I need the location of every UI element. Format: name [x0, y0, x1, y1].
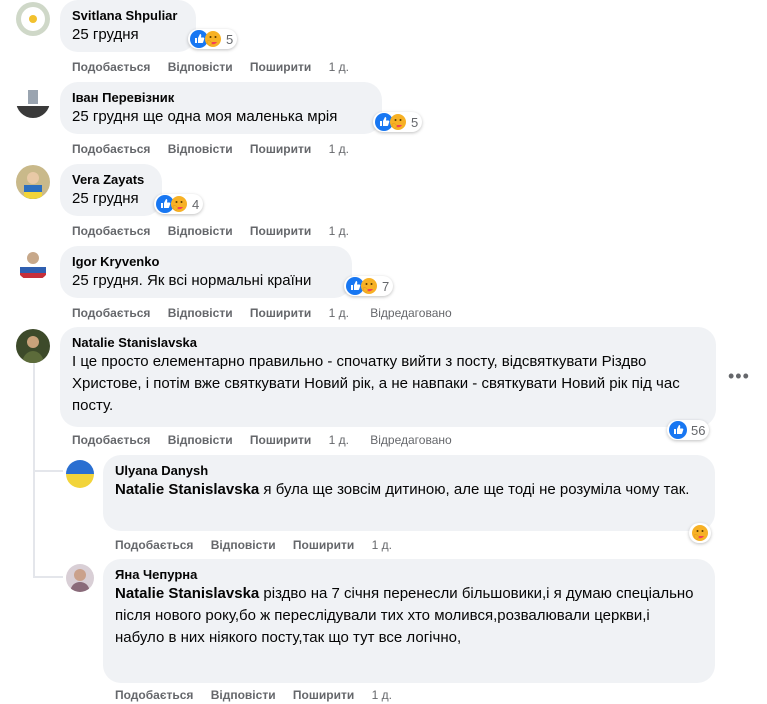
- reaction-count: 5: [411, 114, 419, 130]
- comment-time[interactable]: 1 д.: [329, 224, 349, 238]
- comment-actions: Подобається Відповісти Поширити 1 д.: [72, 141, 363, 157]
- avatar[interactable]: [16, 2, 50, 36]
- avatar[interactable]: [66, 564, 94, 592]
- like-button[interactable]: Подобається: [72, 306, 150, 320]
- comment-bubble: Vera Zayats 25 грудня: [60, 164, 162, 216]
- care-icon: [205, 31, 221, 47]
- edited-label[interactable]: Відредаговано: [370, 433, 451, 447]
- like-icon: [669, 421, 687, 439]
- share-button[interactable]: Поширити: [250, 142, 311, 156]
- reply-button[interactable]: Відповісти: [211, 538, 276, 552]
- share-button[interactable]: Поширити: [293, 538, 354, 552]
- reply-button[interactable]: Відповісти: [168, 60, 233, 74]
- comment-author[interactable]: Natalie Stanislavska: [72, 335, 704, 351]
- care-icon: [361, 278, 377, 294]
- comment-bubble: Svitlana Shpuliar 25 грудня: [60, 0, 196, 52]
- comment-actions: Подобається Відповісти Поширити 1 д.: [72, 223, 363, 239]
- reply-button[interactable]: Відповісти: [168, 224, 233, 238]
- reaction-count: 7: [382, 278, 390, 294]
- like-button[interactable]: Подобається: [72, 142, 150, 156]
- reactions-summary[interactable]: 4: [154, 194, 204, 214]
- comment-text: Natalie Stanislavska я була ще зовсім ди…: [115, 479, 703, 501]
- comment-bubble: Яна Чепурна Natalie Stanislavska різдво …: [103, 559, 715, 683]
- reply-button[interactable]: Відповісти: [168, 433, 233, 447]
- comment-bubble: Natalie Stanislavska І це просто елемент…: [60, 327, 716, 427]
- comment-author[interactable]: Svitlana Shpuliar: [72, 8, 184, 24]
- like-button[interactable]: Подобається: [115, 688, 193, 702]
- reactions-summary[interactable]: 7: [344, 276, 394, 296]
- avatar[interactable]: [16, 247, 50, 281]
- share-button[interactable]: Поширити: [250, 306, 311, 320]
- comment-actions: Подобається Відповісти Поширити 1 д. Від…: [72, 305, 466, 321]
- reply-button[interactable]: Відповісти: [168, 306, 233, 320]
- comment-time[interactable]: 1 д.: [372, 538, 392, 552]
- reactions-summary[interactable]: 5: [188, 29, 238, 49]
- thread-branch: [33, 576, 63, 578]
- like-button[interactable]: Подобається: [72, 60, 150, 74]
- avatar[interactable]: [16, 165, 50, 199]
- share-button[interactable]: Поширити: [293, 688, 354, 702]
- comment-text: 25 грудня ще одна моя маленька мрія: [72, 108, 338, 125]
- thread-branch: [33, 470, 63, 472]
- comment-time[interactable]: 1 д.: [329, 433, 349, 447]
- comment-time[interactable]: 1 д.: [329, 306, 349, 320]
- like-button[interactable]: Подобається: [115, 538, 193, 552]
- comment-text: 25 грудня: [72, 26, 139, 43]
- reactions-summary[interactable]: 56: [667, 420, 710, 440]
- comment-author[interactable]: Яна Чепурна: [115, 567, 703, 583]
- avatar[interactable]: [66, 460, 94, 488]
- comment-time[interactable]: 1 д.: [372, 688, 392, 702]
- reaction-count: 5: [226, 31, 234, 47]
- comment-bubble: Ulyana Danysh Natalie Stanislavska я бул…: [103, 455, 715, 531]
- comment-bubble: Іван Перевізник 25 грудня ще одна моя ма…: [60, 82, 382, 134]
- more-options-button[interactable]: •••: [728, 366, 750, 387]
- comment-actions: Подобається Відповісти Поширити 1 д.: [115, 537, 406, 553]
- reply-button[interactable]: Відповісти: [211, 688, 276, 702]
- comment-actions: Подобається Відповісти Поширити 1 д. Від…: [72, 432, 466, 448]
- reaction-count: 56: [691, 422, 706, 438]
- care-icon: [692, 525, 708, 541]
- avatar[interactable]: [16, 84, 50, 118]
- share-button[interactable]: Поширити: [250, 224, 311, 238]
- edited-label[interactable]: Відредаговано: [370, 306, 451, 320]
- care-icon: [390, 114, 406, 130]
- like-button[interactable]: Подобається: [72, 433, 150, 447]
- mention-link[interactable]: Natalie Stanislavska: [115, 481, 259, 498]
- comment-text: 25 грудня: [72, 190, 139, 207]
- comment-author[interactable]: Іван Перевізник: [72, 90, 370, 106]
- comment-author[interactable]: Ulyana Danysh: [115, 463, 703, 479]
- comment-author[interactable]: Vera Zayats: [72, 172, 150, 188]
- comment-time[interactable]: 1 д.: [329, 142, 349, 156]
- avatar[interactable]: [16, 329, 50, 363]
- comment-text: І це просто елементарно правильно - споч…: [72, 353, 680, 414]
- comment-text: 25 грудня. Як всі нормальні країни: [72, 272, 312, 289]
- share-button[interactable]: Поширити: [250, 60, 311, 74]
- comment-actions: Подобається Відповісти Поширити 1 д.: [72, 59, 363, 75]
- mention-link[interactable]: Natalie Stanislavska: [115, 585, 259, 602]
- reply-text: я була ще зовсім дитиною, але ще тоді не…: [259, 481, 690, 498]
- reaction-count: 4: [192, 196, 200, 212]
- share-button[interactable]: Поширити: [250, 433, 311, 447]
- care-icon: [171, 196, 187, 212]
- comment-bubble: Igor Kryvenko 25 грудня. Як всі нормальн…: [60, 246, 352, 298]
- like-button[interactable]: Подобається: [72, 224, 150, 238]
- reply-button[interactable]: Відповісти: [168, 142, 233, 156]
- comment-text: Natalie Stanislavska різдво на 7 січня п…: [115, 583, 703, 649]
- reactions-summary[interactable]: [689, 523, 711, 543]
- comment-actions: Подобається Відповісти Поширити 1 д.: [115, 687, 406, 703]
- comment-time[interactable]: 1 д.: [329, 60, 349, 74]
- reactions-summary[interactable]: 5: [373, 112, 423, 132]
- comment-author[interactable]: Igor Kryvenko: [72, 254, 340, 270]
